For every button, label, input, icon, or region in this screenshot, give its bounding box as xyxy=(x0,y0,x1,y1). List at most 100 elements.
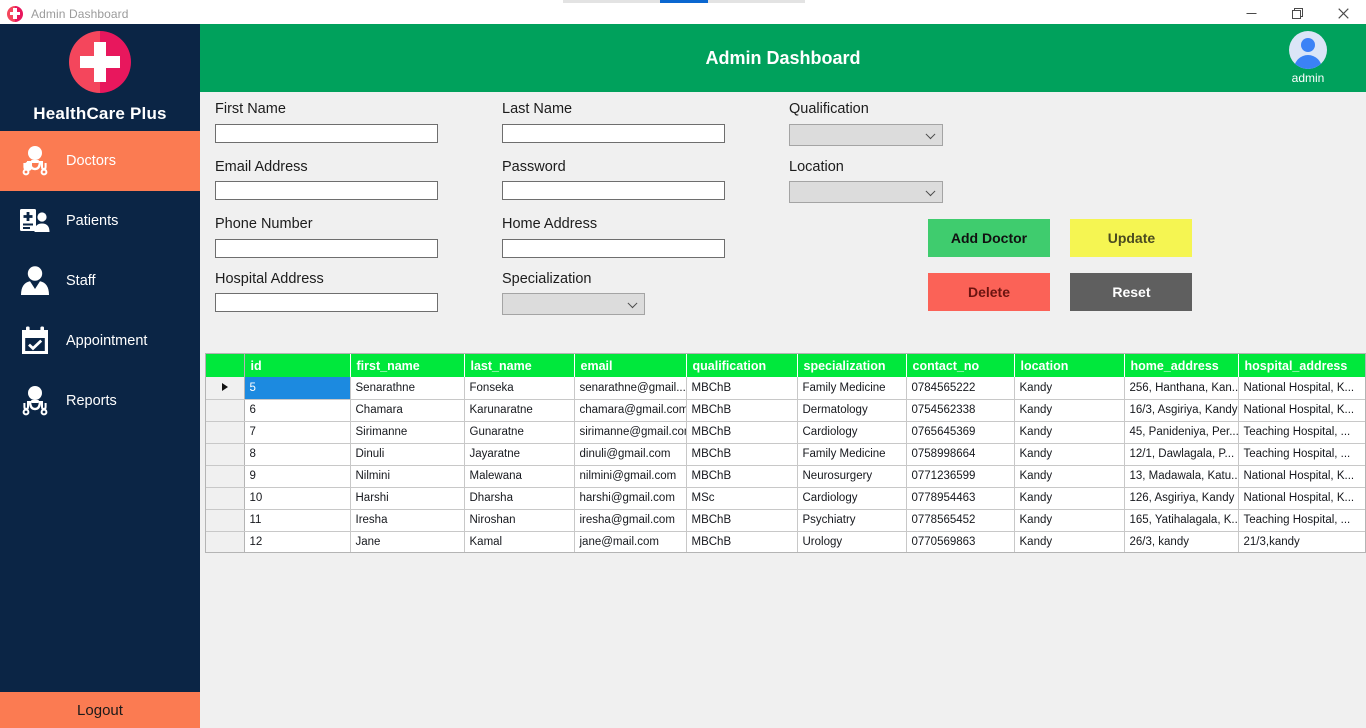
cell-last-name[interactable]: Kamal xyxy=(464,531,575,552)
cell-qualification[interactable]: MBChB xyxy=(686,465,798,488)
cell-hospital-address[interactable]: National Hospital, K... xyxy=(1238,465,1365,488)
sidebar-item-staff[interactable]: Staff xyxy=(0,251,200,311)
cell-specialization[interactable]: Cardiology xyxy=(797,487,907,510)
column-header-specialization[interactable]: specialization xyxy=(797,354,907,377)
row-selector-cell[interactable] xyxy=(206,531,245,552)
reset-button[interactable]: Reset xyxy=(1070,273,1193,311)
cell-last-name[interactable]: Malewana xyxy=(464,465,575,488)
cell-email[interactable]: sirimanne@gmail.com xyxy=(574,421,687,444)
cell-home-address[interactable]: 126, Asgiriya, Kandy xyxy=(1124,487,1239,510)
cell-location[interactable]: Kandy xyxy=(1014,531,1125,552)
cell-contact-no[interactable]: 0770569863 xyxy=(906,531,1015,552)
cell-qualification[interactable]: MBChB xyxy=(686,377,798,400)
cell-specialization[interactable]: Urology xyxy=(797,531,907,552)
table-row[interactable]: 9 Nilmini Malewana nilmini@gmail.com MBChB Ne… xyxy=(206,465,1365,488)
row-selector-cell[interactable] xyxy=(206,487,245,510)
cell-location[interactable]: Kandy xyxy=(1014,465,1125,488)
row-selector-cell[interactable] xyxy=(206,465,245,488)
cell-last-name[interactable]: Jayaratne xyxy=(464,443,575,466)
minimize-button[interactable] xyxy=(1228,3,1274,24)
cell-qualification[interactable]: MSc xyxy=(686,487,798,510)
cell-specialization[interactable]: Neurosurgery xyxy=(797,465,907,488)
cell-first-name[interactable]: Sirimanne xyxy=(350,421,465,444)
cell-last-name[interactable]: Dharsha xyxy=(464,487,575,510)
row-selector-cell[interactable] xyxy=(206,377,245,400)
cell-id[interactable]: 10 xyxy=(244,487,351,510)
table-row[interactable]: 12 Jane Kamal jane@mail.com MBChB Urology 0770… xyxy=(206,531,1365,552)
cell-email[interactable]: nilmini@gmail.com xyxy=(574,465,687,488)
cell-home-address[interactable]: 12/1, Dawlagala, P... xyxy=(1124,443,1239,466)
cell-contact-no[interactable]: 0754562338 xyxy=(906,399,1015,422)
cell-last-name[interactable]: Gunaratne xyxy=(464,421,575,444)
first-name-input[interactable] xyxy=(215,123,438,143)
column-header-last-name[interactable]: last_name xyxy=(464,354,575,377)
cell-id[interactable]: 9 xyxy=(244,465,351,488)
cell-hospital-address[interactable]: Teaching Hospital, ... xyxy=(1238,421,1365,444)
cell-email[interactable]: chamara@gmail.com xyxy=(574,399,687,422)
cell-location[interactable]: Kandy xyxy=(1014,377,1125,400)
cell-hospital-address[interactable]: National Hospital, K... xyxy=(1238,487,1365,510)
column-header-contact-no[interactable]: contact_no xyxy=(906,354,1015,377)
cell-contact-no[interactable]: 0765645369 xyxy=(906,421,1015,444)
cell-first-name[interactable]: Senarathne xyxy=(350,377,465,400)
row-selector-cell[interactable] xyxy=(206,509,245,532)
cell-contact-no[interactable]: 0784565222 xyxy=(906,377,1015,400)
cell-id[interactable]: 12 xyxy=(244,531,351,552)
cell-id[interactable]: 6 xyxy=(244,399,351,422)
sidebar-item-appointment[interactable]: Appointment xyxy=(0,311,200,371)
sidebar-item-reports[interactable]: Reports xyxy=(0,371,200,431)
cell-first-name[interactable]: Harshi xyxy=(350,487,465,510)
phone-input[interactable] xyxy=(215,238,438,258)
cell-hospital-address[interactable]: National Hospital, K... xyxy=(1238,377,1365,400)
close-button[interactable] xyxy=(1320,3,1366,24)
cell-contact-no[interactable]: 0758998664 xyxy=(906,443,1015,466)
cell-home-address[interactable]: 256, Hanthana, Kan... xyxy=(1124,377,1239,400)
column-header-qualification[interactable]: qualification xyxy=(686,354,798,377)
location-select[interactable] xyxy=(789,181,943,203)
cell-email[interactable]: iresha@gmail.com xyxy=(574,509,687,532)
cell-contact-no[interactable]: 0778954463 xyxy=(906,487,1015,510)
update-button[interactable]: Update xyxy=(1070,219,1193,257)
specialization-select[interactable] xyxy=(502,293,645,315)
cell-home-address[interactable]: 45, Panideniya, Per... xyxy=(1124,421,1239,444)
cell-specialization[interactable]: Family Medicine xyxy=(797,377,907,400)
sidebar-item-patients[interactable]: Patients xyxy=(0,191,200,251)
cell-id[interactable]: 11 xyxy=(244,509,351,532)
cell-location[interactable]: Kandy xyxy=(1014,509,1125,532)
password-input[interactable] xyxy=(502,181,725,200)
cell-email[interactable]: harshi@gmail.com xyxy=(574,487,687,510)
qualification-select[interactable] xyxy=(789,123,943,146)
add-doctor-button[interactable]: Add Doctor xyxy=(928,219,1050,257)
email-input[interactable] xyxy=(215,181,438,200)
column-header-first-name[interactable]: first_name xyxy=(350,354,465,377)
cell-first-name[interactable]: Dinuli xyxy=(350,443,465,466)
cell-first-name[interactable]: Chamara xyxy=(350,399,465,422)
cell-first-name[interactable]: Jane xyxy=(350,531,465,552)
cell-last-name[interactable]: Karunaratne xyxy=(464,399,575,422)
cell-hospital-address[interactable]: Teaching Hospital, ... xyxy=(1238,443,1365,466)
cell-last-name[interactable]: Fonseka xyxy=(464,377,575,400)
cell-home-address[interactable]: 26/3, kandy xyxy=(1124,531,1239,552)
maximize-button[interactable] xyxy=(1274,3,1320,24)
cell-location[interactable]: Kandy xyxy=(1014,399,1125,422)
table-row[interactable]: 11 Iresha Niroshan iresha@gmail.com MBChB Psy… xyxy=(206,509,1365,532)
column-header-id[interactable]: id xyxy=(244,354,351,377)
user-box[interactable]: admin xyxy=(1272,31,1344,85)
cell-location[interactable]: Kandy xyxy=(1014,421,1125,444)
cell-qualification[interactable]: MBChB xyxy=(686,443,798,466)
row-selector-cell[interactable] xyxy=(206,443,245,466)
table-row[interactable]: 5 Senarathne Fonseka senarathne@gmail.... MB… xyxy=(206,377,1365,400)
column-header-hospital-address[interactable]: hospital_address xyxy=(1238,354,1365,377)
logout-button[interactable]: Logout xyxy=(0,692,200,728)
cell-home-address[interactable]: 165, Yatihalagala, K... xyxy=(1124,509,1239,532)
table-row[interactable]: 10 Harshi Dharsha harshi@gmail.com MSc Cardio… xyxy=(206,487,1365,510)
cell-qualification[interactable]: MBChB xyxy=(686,509,798,532)
column-header-email[interactable]: email xyxy=(574,354,687,377)
row-selector-cell[interactable] xyxy=(206,399,245,422)
cell-email[interactable]: jane@mail.com xyxy=(574,531,687,552)
cell-id[interactable]: 5 xyxy=(244,377,351,400)
cell-specialization[interactable]: Dermatology xyxy=(797,399,907,422)
cell-qualification[interactable]: MBChB xyxy=(686,531,798,552)
cell-home-address[interactable]: 13, Madawala, Katu... xyxy=(1124,465,1239,488)
cell-contact-no[interactable]: 0778565452 xyxy=(906,509,1015,532)
